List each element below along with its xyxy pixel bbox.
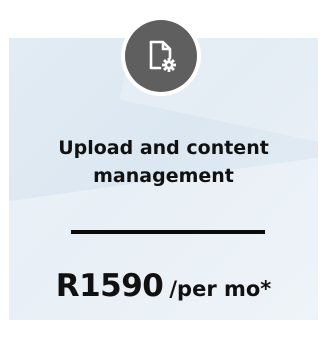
icon-badge: [121, 16, 201, 96]
icon-circle: [125, 20, 197, 92]
plan-title: Upload and content management: [58, 137, 269, 187]
billing-period: /per mo*: [169, 277, 272, 301]
pricing-canvas: Upload and content management R1590/per …: [0, 0, 334, 338]
divider: [71, 230, 265, 234]
document-settings-icon: [149, 40, 176, 72]
plan-price: R1590: [55, 268, 164, 304]
price-row: R1590/per mo*: [9, 268, 318, 304]
